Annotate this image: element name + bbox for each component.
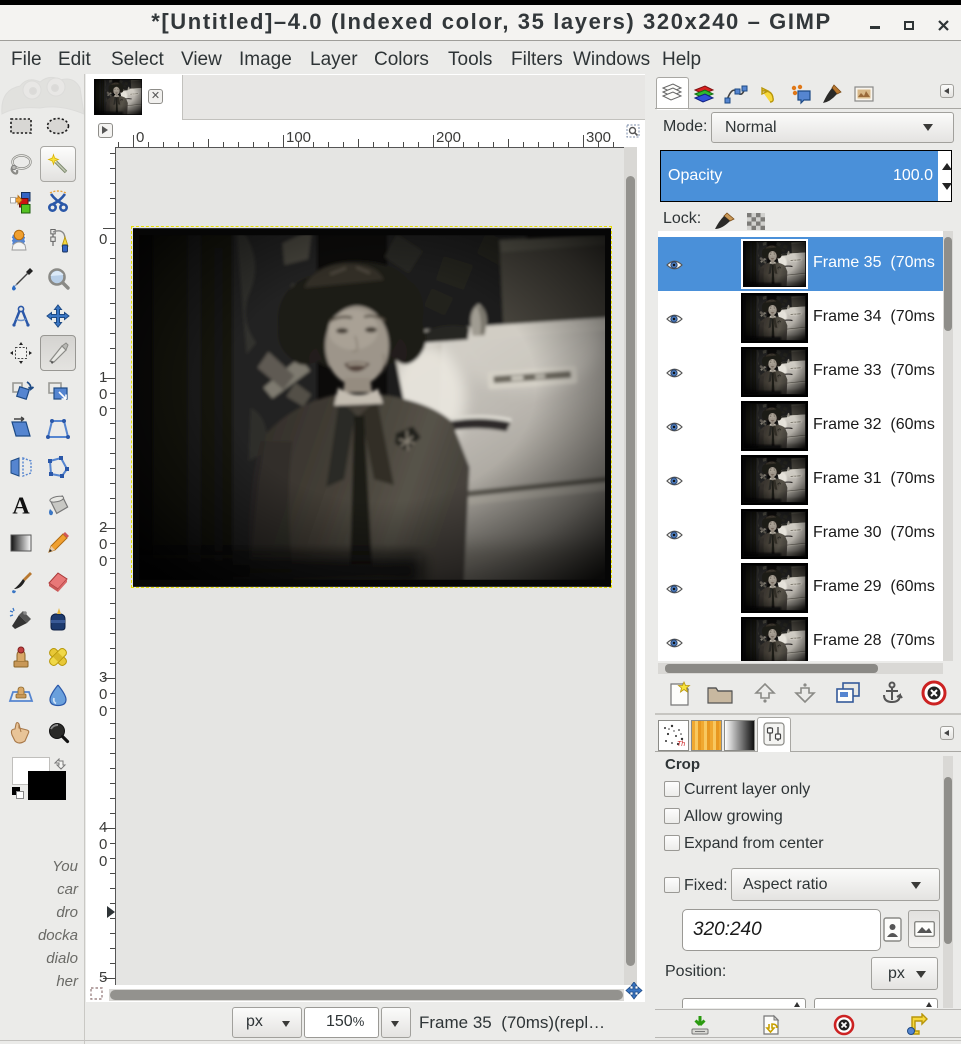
svg-text:200: 200	[436, 129, 461, 146]
svg-text:0: 0	[99, 536, 107, 553]
svg-text:0: 0	[99, 386, 107, 403]
svg-text:0: 0	[99, 703, 107, 720]
svg-text:300: 300	[586, 129, 611, 146]
svg-text:A: A	[12, 494, 30, 520]
svg-text:Th: Th	[677, 741, 685, 748]
svg-text:2: 2	[99, 519, 107, 536]
svg-text:100: 100	[286, 129, 311, 146]
svg-text:0: 0	[99, 553, 107, 570]
svg-text:4: 4	[99, 819, 107, 836]
svg-text:0: 0	[136, 129, 144, 146]
svg-text:0: 0	[99, 686, 107, 703]
svg-text:5: 5	[99, 969, 107, 985]
svg-text:0: 0	[99, 403, 107, 420]
svg-text:1: 1	[99, 369, 107, 386]
svg-text:0: 0	[99, 853, 107, 870]
svg-text:0: 0	[99, 836, 107, 853]
svg-text:0: 0	[99, 231, 107, 248]
svg-text:3: 3	[99, 669, 107, 686]
